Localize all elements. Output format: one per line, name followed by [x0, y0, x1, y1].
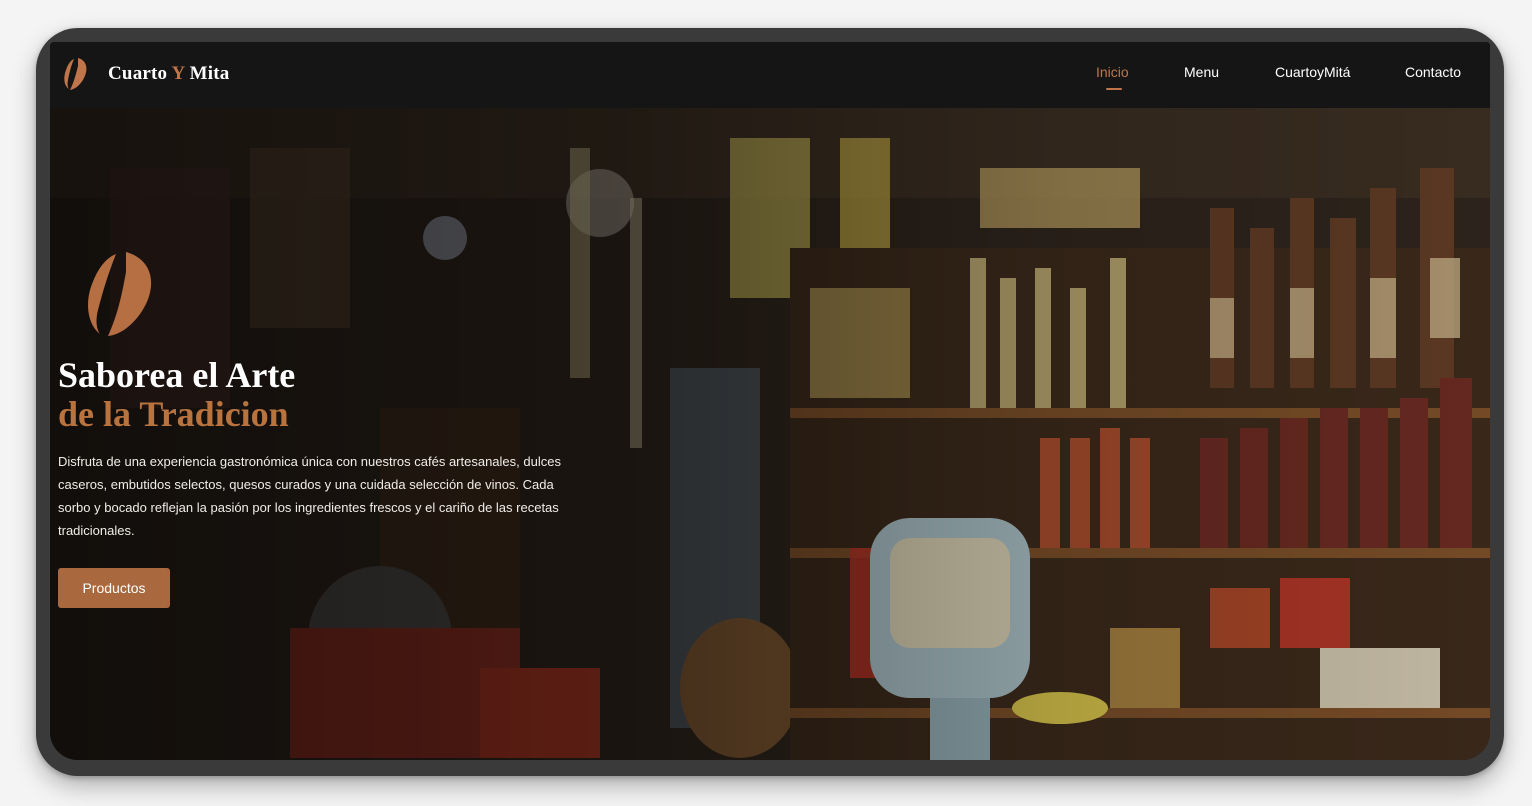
brand-name: Cuarto Y Mita — [108, 63, 230, 84]
hero-headline: Saborea el Arte — [58, 355, 296, 395]
hero-subheadline: de la Tradicion — [58, 394, 289, 434]
nav-item-inicio[interactable]: Inicio — [1096, 64, 1129, 90]
coffee-bean-icon — [64, 58, 87, 90]
productos-button[interactable]: Productos — [58, 568, 170, 608]
active-indicator — [1106, 88, 1122, 90]
nav-item-menu[interactable]: Menu — [1184, 64, 1219, 80]
brand-logo[interactable]: Cuarto Y Mita — [64, 56, 230, 92]
hero-section: Saborea el Arte de la Tradicion Disfruta… — [50, 108, 1490, 760]
nav-item-cuartoymita[interactable]: CuartoyMitá — [1275, 64, 1350, 80]
browser-viewport: Cuarto Y Mita Inicio Menu CuartoyMitá Co… — [50, 42, 1490, 760]
nav-item-contacto[interactable]: Contacto — [1405, 64, 1461, 80]
hero-description: Disfruta de una experiencia gastronómica… — [58, 454, 561, 538]
hero-content: Saborea el Arte de la Tradicion Disfruta… — [58, 248, 598, 608]
navbar: Cuarto Y Mita Inicio Menu CuartoyMitá Co… — [50, 42, 1490, 108]
coffee-bean-icon — [88, 252, 152, 336]
